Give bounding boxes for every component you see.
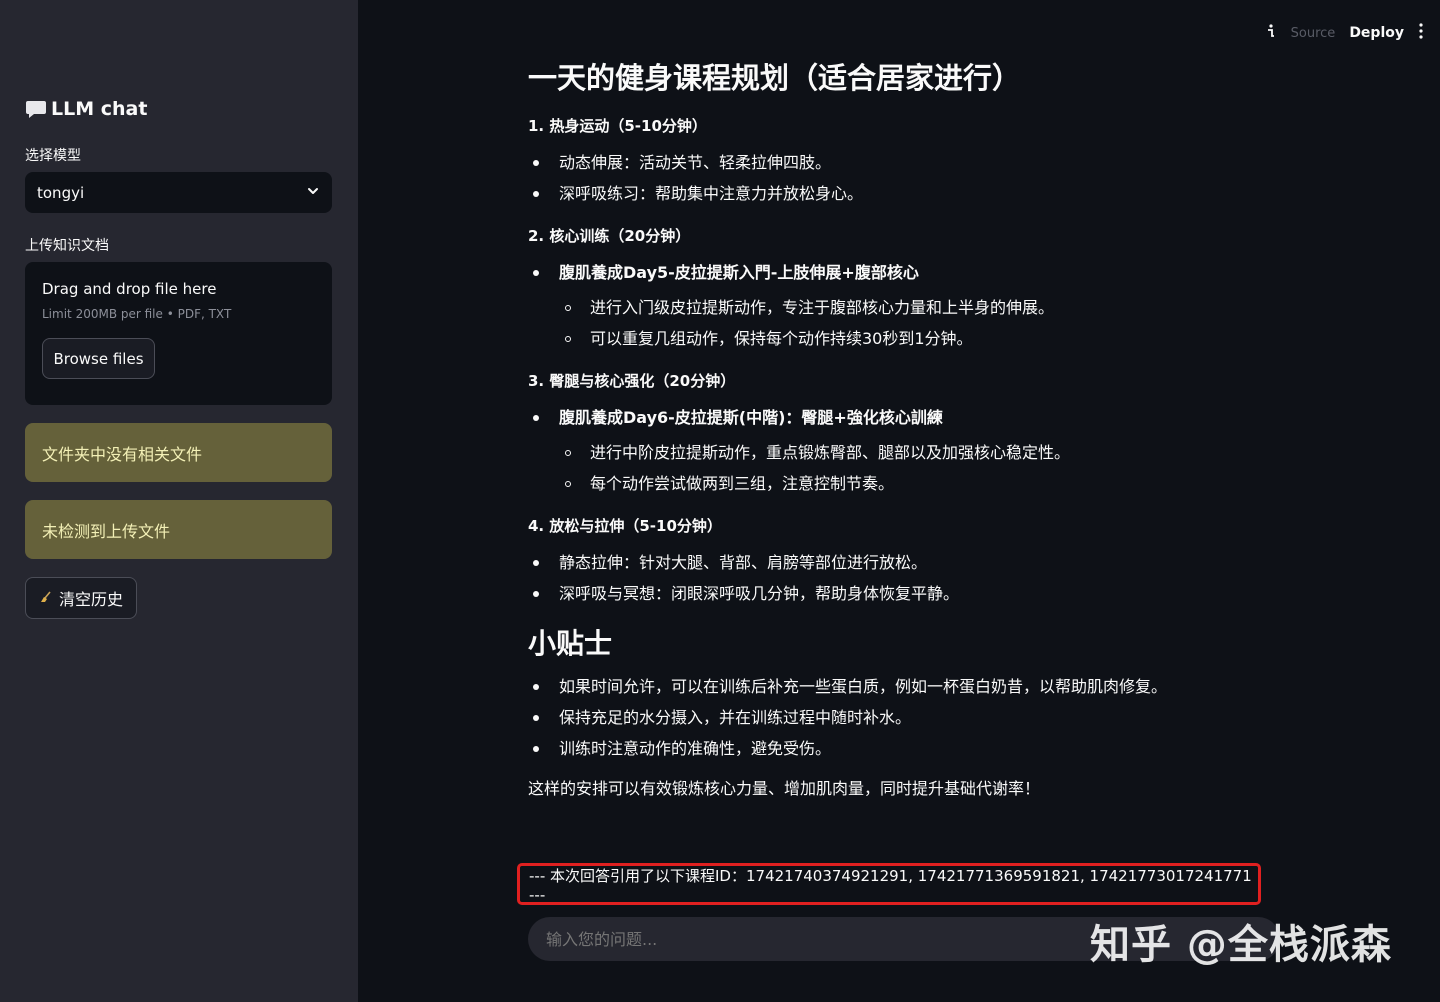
list-item: 训练时注意动作的准确性，避免受伤。 [528, 733, 1248, 764]
clear-history-button[interactable]: 清空历史 [25, 577, 138, 619]
top-toolbar: Source Deploy [1263, 22, 1424, 44]
section-legs: 3. 臀腿与核心强化（20分钟） [528, 372, 736, 390]
reference-ids-highlight: --- 本次回答引用了以下课程ID：17421740374921291, 174… [517, 863, 1261, 905]
list-item: 可以重复几组动作，保持每个动作持续30秒到1分钟。 [528, 323, 1248, 354]
section-stretch: 4. 放松与拉伸（5-10分钟） [528, 517, 722, 535]
model-select[interactable]: tongyi [25, 172, 332, 213]
section-warmup: 1. 热身运动（5-10分钟） [528, 117, 707, 135]
browse-files-button[interactable]: Browse files [42, 338, 155, 379]
clear-history-label: 清空历史 [59, 590, 124, 609]
warning-no-files: 文件夹中没有相关文件 [25, 423, 332, 482]
sidebar: LLM chat 选择模型 tongyi 上传知识文档 Drag and dro… [0, 0, 358, 1002]
broom-icon [39, 589, 53, 608]
list-item: 保持充足的水分摄入，并在训练过程中随时补水。 [528, 702, 1248, 733]
reference-ids-text: --- 本次回答引用了以下课程ID：17421740374921291, 174… [529, 866, 1252, 904]
list-item: 如果时间允许，可以在训练后补充一些蛋白质，例如一杯蛋白奶昔，以帮助肌肉修复。 [528, 671, 1248, 702]
chat-response: 一天的健身课程规划（适合居家进行） 1. 热身运动（5-10分钟） 动态伸展：活… [528, 56, 1248, 804]
list-item: 静态拉伸：针对大腿、背部、肩膀等部位进行放松。 [528, 547, 1248, 578]
watermark: 知乎 @全栈派森 [1090, 922, 1392, 968]
course-title: 腹肌養成Day6-皮拉提斯(中階)：臀腿+強化核心訓練 [528, 402, 1248, 433]
upload-limit: Limit 200MB per file • PDF, TXT [42, 307, 232, 321]
warning-no-upload: 未检测到上传文件 [25, 500, 332, 559]
speech-bubble-icon [25, 98, 47, 120]
list-item: 进行入门级皮拉提斯动作，专注于腹部核心力量和上半身的伸展。 [528, 292, 1248, 323]
course-title: 腹肌養成Day5-皮拉提斯入門-上肢伸展+腹部核心 [528, 257, 1248, 288]
list-item: 每个动作尝试做两到三组，注意控制节奏。 [528, 468, 1248, 499]
page-title: 一天的健身课程规划（适合居家进行） [528, 61, 1022, 95]
app-title-text: LLM chat [51, 98, 148, 120]
app-title: LLM chat [25, 98, 147, 120]
model-label: 选择模型 [25, 148, 81, 164]
model-select-value: tongyi [37, 183, 85, 202]
upload-title: Drag and drop file here [42, 280, 217, 298]
tips-heading: 小贴士 [528, 627, 613, 660]
list-item: 进行中阶皮拉提斯动作，重点锻炼臀部、腿部以及加强核心稳定性。 [528, 437, 1248, 468]
list-item: 深呼吸练习：帮助集中注意力并放松身心。 [528, 178, 1248, 209]
upload-label: 上传知识文档 [25, 238, 109, 254]
more-menu-icon[interactable] [1418, 22, 1424, 44]
list-item: 深呼吸与冥想：闭眼深呼吸几分钟，帮助身体恢复平静。 [528, 578, 1248, 609]
summary-text: 这样的安排可以有效锻炼核心力量、增加肌肉量，同时提升基础代谢率！ [528, 779, 1041, 798]
source-status: Source [1290, 25, 1336, 41]
deploy-button[interactable]: Deploy [1349, 25, 1404, 41]
section-core: 2. 核心训练（20分钟） [528, 227, 691, 245]
list-item: 动态伸展：活动关节、轻柔拉伸四肢。 [528, 147, 1248, 178]
info-icon[interactable] [1263, 23, 1277, 43]
chevron-down-icon [306, 184, 320, 202]
file-uploader[interactable]: Drag and drop file here Limit 200MB per … [25, 262, 332, 405]
